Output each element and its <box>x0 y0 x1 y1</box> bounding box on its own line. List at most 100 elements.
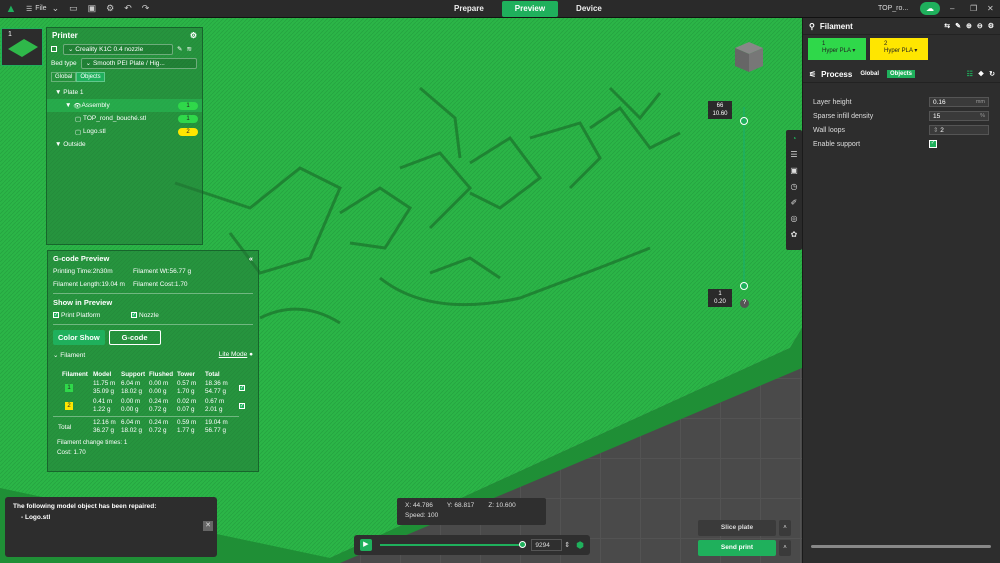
preview-options-row: ✓ Print Platform ✓ Nozzle <box>48 309 258 322</box>
chevron-down-icon[interactable]: ⌄ <box>52 3 60 14</box>
top-bar: ▲ ☰ File ⌄ ▭ ▣ ⚙ ↶ ↷ Prepare Preview Dev… <box>0 0 1000 18</box>
divider <box>53 293 253 294</box>
layer-slider[interactable]: 66 10.60 1 0.20 ? <box>708 97 749 312</box>
tree-item-logo[interactable]: ▢ Logo.stl 2 <box>47 125 202 138</box>
send-options-chevron-icon[interactable]: ˄ <box>779 540 791 556</box>
lite-mode-toggle[interactable]: Lite Mode ● <box>219 351 253 358</box>
tree-item-top-rond[interactable]: ▢ TOP_rond_bouché.stl 1 <box>47 112 202 125</box>
support-paint-icon[interactable]: ✐ <box>786 194 802 210</box>
filament-edit-icon[interactable]: ✎ <box>955 22 961 30</box>
layer-height-input[interactable]: 0.16 mm <box>929 97 989 107</box>
minimize-icon[interactable]: – <box>950 4 954 13</box>
filament-view-select[interactable]: ⌄ Filament <box>53 351 85 359</box>
gear-icon[interactable]: ⚙ <box>106 3 114 14</box>
add-icon[interactable]: ⊕ <box>966 22 972 30</box>
slice-plate-button[interactable]: Slice plate <box>698 520 776 536</box>
object-tree: ▼ Plate 1 ▼ 👁 Assembly 1 ▢ TOP_rond_bouch… <box>47 86 202 151</box>
move-slider[interactable] <box>379 541 527 548</box>
bed-type-select[interactable]: ⌄ Smooth PEI Plate / Hig... <box>80 57 197 69</box>
enable-support-checkbox[interactable]: ✓ <box>929 140 937 148</box>
color-show-button[interactable]: Color Show <box>53 330 105 345</box>
tab-device[interactable]: Device <box>562 1 616 17</box>
seam-icon[interactable]: ◎ <box>786 210 802 226</box>
layers-icon[interactable]: ☰ <box>786 146 802 162</box>
nozzle-checkbox[interactable]: ✓ Nozzle <box>131 312 159 319</box>
wifi-icon[interactable]: ≋ <box>186 45 191 53</box>
filament-badge[interactable]: 1 <box>178 101 198 110</box>
tree-item-plate[interactable]: ▼ Plate 1 <box>47 86 202 99</box>
top-layer-handle[interactable] <box>740 117 748 125</box>
tree-item-assembly[interactable]: ▼ 👁 Assembly 1 <box>47 99 202 112</box>
infill-density-input[interactable]: 15% <box>929 111 989 121</box>
wall-loops-input[interactable]: ⇕ 2 <box>929 125 989 135</box>
param-enable-support: Enable support ✓ <box>813 140 937 148</box>
process-objects-button[interactable]: Objects <box>886 70 915 78</box>
move-slider-handle[interactable] <box>519 541 527 548</box>
part-icon: ▢ <box>75 128 82 136</box>
filament-slot-2[interactable]: 2 Hyper PLA ▾ <box>870 38 928 60</box>
collapse-icon[interactable]: « <box>249 254 253 263</box>
filament-view-row: ⌄ Filament Lite Mode ● <box>48 348 258 361</box>
speed-icon[interactable]: ◷ <box>786 178 802 194</box>
assembly-view-icon[interactable]: ✿ <box>786 226 802 242</box>
expand-arrow-icon: ▼ <box>55 89 62 96</box>
move-index-input[interactable]: 9294 <box>531 539 563 551</box>
redo-icon[interactable]: ↷ <box>142 3 150 14</box>
cloud-upload-button[interactable]: ☁ <box>920 2 940 15</box>
gear-icon[interactable]: ⚙ <box>988 22 994 30</box>
close-icon[interactable]: ✕ <box>987 4 994 13</box>
tab-prepare[interactable]: Prepare <box>440 1 498 17</box>
filament-slot-1[interactable]: 1 Hyper PLA ▾ <box>808 38 866 60</box>
file-menu-button[interactable]: ☰ File <box>26 5 47 13</box>
edit-pencil-icon[interactable]: ✎ <box>177 45 182 53</box>
reset-icon[interactable]: ↻ <box>989 70 995 78</box>
hamburger-icon: ☰ <box>26 5 33 13</box>
printer-select[interactable]: ⌄ Creality K1C 0.4 nozzle <box>63 43 173 55</box>
filament-badge[interactable]: 2 <box>178 127 198 136</box>
stepper-icon[interactable]: ⇕ <box>564 541 570 549</box>
param-wall-loops: Wall loops ⇕ 2 <box>803 123 1000 137</box>
cube-toggle-icon[interactable]: ⬢ <box>576 540 584 551</box>
filament-badge[interactable]: 1 <box>178 114 198 123</box>
print-platform-checkbox[interactable]: ✓ Print Platform <box>53 312 131 319</box>
mode-objects-button[interactable]: Objects <box>76 72 105 82</box>
gcode-preview-panel: G-code Preview « Printing Time:2h30m Fil… <box>47 250 259 472</box>
mode-global-button[interactable]: Global <box>51 72 77 82</box>
repair-notification: The following model object has been repa… <box>5 497 217 557</box>
app-logo-icon: ▲ <box>5 2 17 15</box>
printer-checkbox[interactable] <box>51 46 57 52</box>
undo-icon[interactable]: ↶ <box>124 3 132 14</box>
tab-preview[interactable]: Preview <box>501 1 559 17</box>
gcode-button[interactable]: G-code <box>108 330 161 345</box>
filament-visible-checkbox[interactable]: ✓ <box>239 403 245 409</box>
send-print-button[interactable]: Send print <box>698 540 776 556</box>
plate-thumbnail[interactable]: 1 <box>1 28 43 66</box>
notification-file: - Logo.stl <box>21 514 51 521</box>
filament-color-chip: 1 <box>65 384 73 392</box>
remove-icon[interactable]: ⊖ <box>977 22 983 30</box>
tree-item-outside[interactable]: ▼ Outside <box>47 138 202 151</box>
eye-icon[interactable]: 👁 <box>73 102 81 110</box>
play-button[interactable]: ▶ <box>360 539 372 551</box>
save-icon[interactable]: ▣ <box>88 3 97 14</box>
top-layer-label: 66 10.60 <box>708 101 732 119</box>
help-icon[interactable]: ? <box>740 299 749 308</box>
view-tools-strip: ◔ ☰ ▣ ◷ ✐ ◎ ✿ <box>786 130 802 250</box>
advanced-list-icon[interactable]: ☷ <box>967 70 973 78</box>
close-icon[interactable]: ✕ <box>203 521 213 531</box>
process-global-button[interactable]: Global <box>857 70 882 78</box>
preview-mode-icon[interactable]: ◔ <box>786 130 802 146</box>
open-folder-icon[interactable]: ▭ <box>69 3 78 14</box>
bottom-layer-handle[interactable] <box>740 282 748 290</box>
printer-panel-header: Printer ⚙ <box>47 28 202 42</box>
compare-icon[interactable]: ❖ <box>978 70 984 78</box>
show-in-preview-heading: Show in Preview <box>53 298 113 307</box>
horizontal-scrollbar[interactable] <box>811 545 991 548</box>
slice-options-chevron-icon[interactable]: ˄ <box>779 520 791 536</box>
frame-icon[interactable]: ▣ <box>786 162 802 178</box>
filament-visible-checkbox[interactable]: ✓ <box>239 385 245 391</box>
filament-sync-icon[interactable]: ⇆ <box>944 22 950 30</box>
printer-settings-gear-icon[interactable]: ⚙ <box>190 31 197 40</box>
maximize-icon[interactable]: ❐ <box>970 4 977 13</box>
view-cube[interactable] <box>729 40 765 74</box>
